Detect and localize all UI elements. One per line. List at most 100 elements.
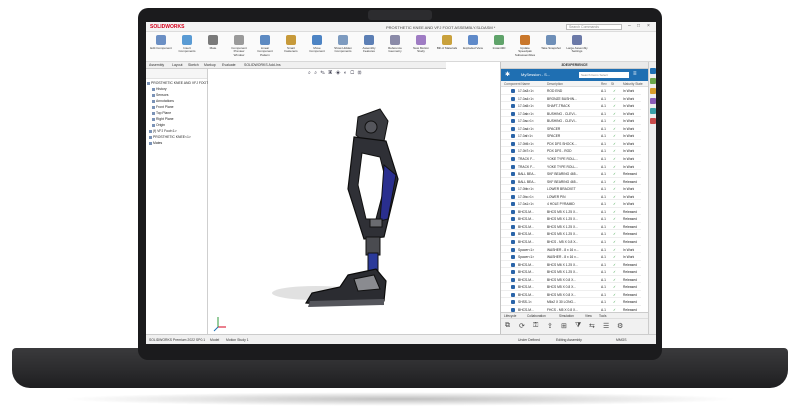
ribbon-button-edit-component[interactable]: Edit Component xyxy=(150,35,172,61)
graphics-viewport[interactable]: ⌕ ⌕ ✎ ▣ ◈ ◐ ▢ ⚙ xyxy=(208,69,500,334)
ribbon-button-exploded-view[interactable]: Exploded View xyxy=(462,35,484,61)
lock-icon[interactable]: ⚿ xyxy=(533,322,538,330)
table-row[interactable]: BHCS-M... BHCS M5 X 0.8 X... A.1 ✓ Released xyxy=(501,283,641,291)
table-row[interactable]: 17-0bc>1< LOWER PIN A.1 ✓ In Work xyxy=(501,193,641,201)
table-row[interactable]: 17-0bb>1< LOWER BRACKET A.1 ✓ In Work xyxy=(501,185,641,193)
tab-lifecycle[interactable]: Lifecycle xyxy=(504,314,516,318)
compass-icon[interactable]: ✱ xyxy=(505,71,510,78)
file-explorer-icon[interactable] xyxy=(650,98,656,104)
tab-markup[interactable]: Markup xyxy=(204,63,216,67)
list-icon[interactable]: ☰ xyxy=(603,322,609,330)
save-icon[interactable]: ⧉ xyxy=(505,322,510,330)
home-icon[interactable] xyxy=(650,68,656,74)
tab-assembly[interactable]: Assembly xyxy=(149,63,164,67)
tree-item[interactable]: Mates xyxy=(149,141,162,146)
table-row[interactable]: 17-0af>1< SPACER A.1 ✓ In Work xyxy=(501,132,641,140)
table-row[interactable]: BHCS-M... BHCS M5 X 1.25 X... A.1 ✓ Released xyxy=(501,208,641,216)
table-row[interactable]: BHCS-M... BHCS M5 X 0.8 X... A.1 ✓ Released xyxy=(501,291,641,299)
ribbon-button-bill-of-materials[interactable]: Bill of Materials xyxy=(436,35,458,61)
ribbon-button-mate[interactable]: Mate xyxy=(202,35,224,61)
table-row[interactable]: BHCS-M... BHCS M5 X 0.8 X... A.1 ✓ Released xyxy=(501,276,641,284)
tree-item[interactable]: (f) VFJ Foot<1> xyxy=(149,129,177,134)
table-row[interactable]: BHCS-M... BHCS M5 X 1.25 X... A.1 ✓ Released xyxy=(501,215,641,223)
table-row[interactable]: Spacer<1> WASHER - 8 x 16 x... A.1 ✓ In Work xyxy=(501,253,641,261)
ribbon-button-show-hidden-components[interactable]: Show Hidden Components xyxy=(332,35,354,61)
tab-model[interactable]: Model xyxy=(210,338,219,342)
tab-view[interactable]: View xyxy=(585,314,592,318)
ribbon-button-insert-components[interactable]: Insert Components xyxy=(176,35,198,61)
tab-collaboration[interactable]: Collaboration xyxy=(527,314,546,318)
column-header[interactable]: St xyxy=(611,82,614,86)
ribbon-button-new-motion-study[interactable]: New Motion Study xyxy=(410,35,432,61)
tab-solidworks-add-ins[interactable]: SOLIDWORKS Add-Ins xyxy=(244,63,281,67)
menu-icon[interactable]: ≡ xyxy=(633,71,637,77)
table-row[interactable]: 17-0a4>1< BRONZE BUSHIN... A.1 ✓ In Work xyxy=(501,95,641,103)
settings-icon[interactable]: ⚙ xyxy=(617,322,623,330)
table-row[interactable]: 17-0b5>1< PDX DFS SHOCK... A.1 ✓ In Work xyxy=(501,140,641,148)
pdm-search-input[interactable]: Search Items Select xyxy=(579,72,629,78)
tree-item[interactable]: Right Plane xyxy=(152,117,174,122)
tree-item[interactable]: History xyxy=(152,87,167,92)
table-row[interactable]: BHCS-M... BHCS M5 X 1.25 X... A.1 ✓ Released xyxy=(501,268,641,276)
ribbon-button-component-preview-window[interactable]: Component Preview Window xyxy=(228,35,250,61)
tree-item[interactable]: Sensors xyxy=(152,93,168,98)
table-row[interactable]: Spacer<1> WASHER - 8 x 16 x... A.1 ✓ In Work xyxy=(501,246,641,254)
resources-icon[interactable] xyxy=(650,78,656,84)
table-row[interactable]: 17-0a5>1< SHAFT-TRACK A.1 ✓ In Work xyxy=(501,102,641,110)
table-row[interactable]: TRACK F... YOKE TYPE ROLL... A.1 ✓ In Work xyxy=(501,155,641,163)
tab-layout[interactable]: Layout xyxy=(172,63,183,67)
table-row[interactable]: 17-0ab>1< BUSHING - CLEVI... A.1 ✓ In Work xyxy=(501,110,641,118)
table-row[interactable]: BHCS-M... BHCS - M5 X 0.8 X... A.1 ✓ Release… xyxy=(501,238,641,246)
design-library-icon[interactable] xyxy=(650,88,656,94)
tab-tools[interactable]: Tools xyxy=(599,314,606,318)
prosthetic-leg-model[interactable] xyxy=(208,69,500,334)
appearances-icon[interactable] xyxy=(650,118,656,124)
tree-item[interactable]: Origin xyxy=(152,123,165,128)
ribbon-button-reference-geometry[interactable]: Reference Geometry xyxy=(384,35,406,61)
ribbon-button-instant3d[interactable]: Instant3D xyxy=(488,35,510,61)
tree-item[interactable]: Annotations xyxy=(152,99,174,104)
table-row[interactable]: 17-0ac>1< BUSHING - CLEVI... A.1 ✓ In Work xyxy=(501,117,641,125)
ribbon-button-smart-fasteners[interactable]: Smart Fasteners xyxy=(280,35,302,61)
session-label[interactable]: MySession - S... xyxy=(521,72,550,77)
table-row[interactable]: BHCS-M... BHCS M5 X 1.25 X... A.1 ✓ Released xyxy=(501,223,641,231)
ribbon-button-linear-component-pattern[interactable]: Linear Component Pattern xyxy=(254,35,276,61)
column-header[interactable]: Maturity State xyxy=(623,82,643,86)
tree-item[interactable]: Top Plane xyxy=(152,111,171,116)
column-header[interactable]: Component Name xyxy=(504,82,530,86)
table-row[interactable]: 17-0b7>1< PDX DFS - ROD A.1 ✓ In Work xyxy=(501,147,641,155)
maximize-icon[interactable]: □ xyxy=(637,23,640,29)
filter-icon[interactable]: ⧩ xyxy=(575,322,581,330)
column-header[interactable]: Description xyxy=(547,82,563,86)
status-units[interactable]: MMGS xyxy=(616,338,627,342)
ribbon-button-update-speedpak-subassemblies[interactable]: Update Speedpak Subassemblies xyxy=(514,35,536,61)
ribbon-button-large-assembly-settings[interactable]: Large Assembly Settings xyxy=(566,35,588,61)
ribbon-button-assembly-features[interactable]: Assembly Features xyxy=(358,35,380,61)
table-row[interactable]: BHCS-M... BHCS M5 X 1.25 X... A.1 ✓ Released xyxy=(501,230,641,238)
tab-evaluate[interactable]: Evaluate xyxy=(222,63,236,67)
tree-item[interactable]: Front Plane xyxy=(152,105,174,110)
search-commands-input[interactable]: Search Commands xyxy=(566,24,622,30)
table-row[interactable]: BHCS-M... BHCS M6 X 1.25 X... A.1 ✓ Released xyxy=(501,261,641,269)
ribbon-button-move-component[interactable]: Move Component xyxy=(306,35,328,61)
table-row[interactable]: 17-0a3>1< ROD END A.1 ✓ In Work xyxy=(501,87,641,95)
table-icon[interactable]: ⊞ xyxy=(561,322,567,330)
tab-sketch[interactable]: Sketch xyxy=(188,63,199,67)
heads-up-view-toolbar[interactable]: ⌕ ⌕ ✎ ▣ ◈ ◐ ▢ ⚙ xyxy=(308,70,363,76)
column-header[interactable]: Rev xyxy=(601,82,607,86)
close-icon[interactable]: × xyxy=(647,23,650,29)
table-row[interactable]: BALL BEA... SKF BEARING 465... A.1 ✓ Release… xyxy=(501,170,641,178)
tab-motion-study[interactable]: Motion Study 1 xyxy=(226,338,249,342)
table-row[interactable]: 17-0a1>1< 4 HOLE PYRAMID A.1 ✓ In Work xyxy=(501,200,641,208)
table-row[interactable]: 17-0ad>1< SPACER A.1 ✓ In Work xyxy=(501,125,641,133)
minimize-icon[interactable]: – xyxy=(628,23,631,29)
table-row[interactable]: SHSS-1< M6x2 X 30 LONG... A.1 ✓ Released xyxy=(501,298,641,306)
ribbon-button-take-snapshot[interactable]: Take Snapshot xyxy=(540,35,562,61)
tree-item[interactable]: PROSTHETIC KNEE AND VFJ FOOT xyxy=(147,81,208,86)
tree-item[interactable]: PROSTHETIC KNEE<1> xyxy=(149,135,191,140)
tab-simulation[interactable]: Simulation xyxy=(559,314,574,318)
refresh-icon[interactable]: ⟳ xyxy=(519,322,525,330)
share-icon[interactable]: ⇪ xyxy=(547,322,553,330)
view-palette-icon[interactable] xyxy=(650,108,656,114)
table-row[interactable]: BALL BEA... SKF BEARING 465... A.1 ✓ Release… xyxy=(501,178,641,186)
